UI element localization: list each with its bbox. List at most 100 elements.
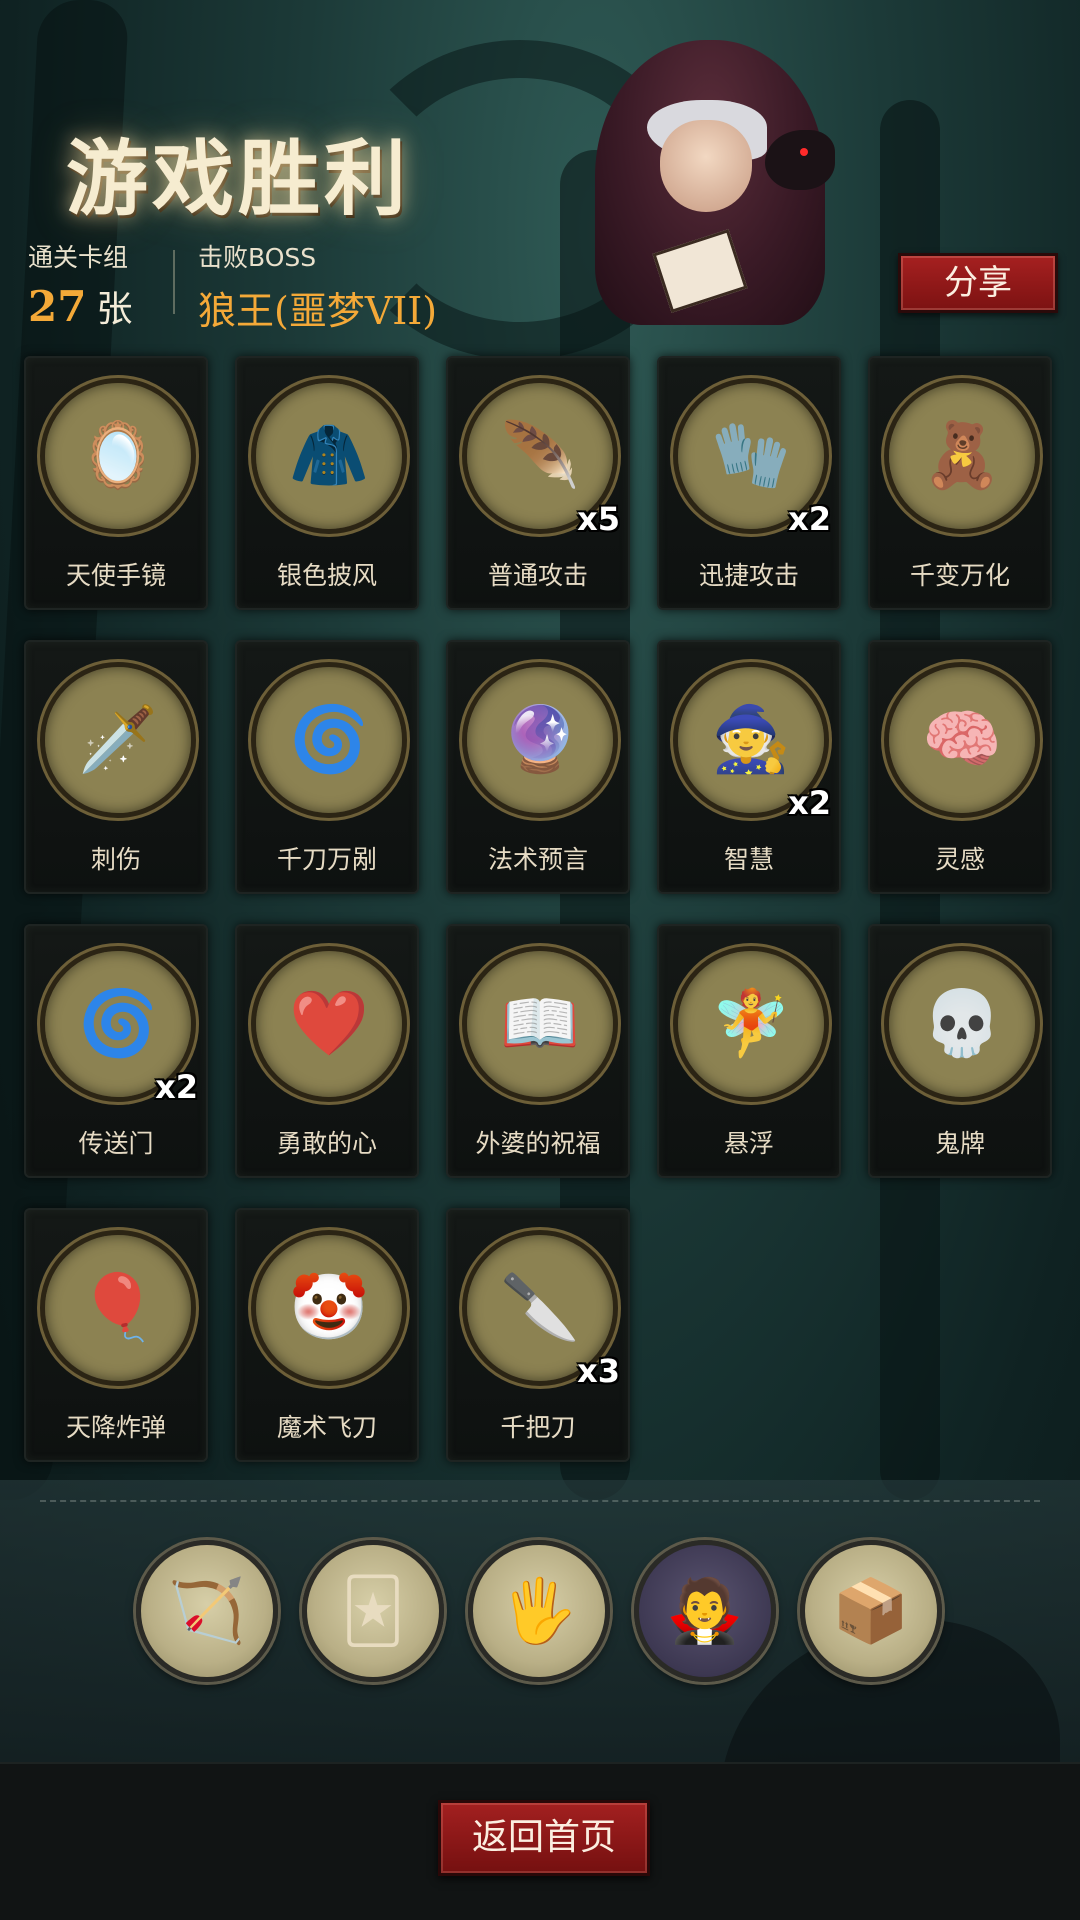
cards-cleared-stat: 通关卡组 27 张 [28,238,132,332]
hero-portrait [565,30,855,325]
card-tile[interactable]: 🔮 法术预言 [446,640,630,894]
hand-cards-icon: 🖐️ [500,1574,578,1647]
card-name: 普通攻击 [487,561,588,590]
deck-card-grid: 🪞 天使手镜 🧥 银色披风 🪶 x5 普通攻击 🧤 x2 迅捷攻击 🧸 千变万化 🗡️ 刺伤 🌀 千刀万剐 🔮 法… [24,356,1056,1462]
crow-icon [765,130,835,190]
card-name: 智慧 [723,845,774,874]
card-count-badge: x2 [788,500,831,538]
mystery-box-icon: 📦 [832,1574,910,1647]
card-name: 千刀万剐 [276,845,377,874]
mirror-icon: 🪞 [78,419,158,493]
card-name: 悬浮 [723,1129,774,1158]
card-tile[interactable]: 🧤 x2 迅捷攻击 [657,356,841,610]
card-tile[interactable]: 🗡️ 刺伤 [24,640,208,894]
relic-medallion[interactable]: 🖐️ [468,1540,610,1682]
card-tile[interactable]: 🌀 千刀万剐 [235,640,419,894]
card-name: 传送门 [78,1129,154,1158]
cards-count: 27 [28,282,87,331]
cloak-icon: 🧥 [289,419,369,493]
boss-name: 狼王(噩梦VII) [198,289,438,333]
card-name: 鬼牌 [934,1129,985,1158]
card-name: 勇敢的心 [276,1129,377,1158]
brave-heart-icon: ❤️ [289,987,369,1061]
page-title: 游戏胜利 [66,131,411,227]
card-tile[interactable]: 🧸 千变万化 [868,356,1052,610]
card-count-badge: x5 [577,500,620,538]
card-medallion: 🤡 [251,1230,407,1386]
card-medallion: 💀 [884,946,1040,1102]
victory-header: 游戏胜利 通关卡组 27 张 击败BOSS 狼王(噩梦VII) 分享 [0,0,1080,340]
boss-label: 击败BOSS [198,243,317,272]
relic-medallion[interactable]: 🧛 [634,1540,776,1682]
sage-icon: 🧙 [711,703,791,777]
cards-cleared-label: 通关卡组 [28,243,129,272]
card-medallion: 🧠 [884,662,1040,818]
balloon-bomb-icon: 🎈 [78,1271,158,1345]
card-tile[interactable]: ❤️ 勇敢的心 [235,924,419,1178]
card-name: 刺伤 [90,845,141,874]
dagger-icon: 🗡️ [78,703,158,777]
grandma-book-icon: 📖 [500,987,580,1061]
relic-medallion[interactable]: 🏹 [136,1540,278,1682]
card-tile[interactable]: 🔪 x3 千把刀 [446,1208,630,1462]
share-button[interactable]: 分享 [898,253,1058,313]
card-name: 迅捷攻击 [698,561,799,590]
portal-icon: 🌀 [78,987,158,1061]
card-count-badge: x2 [155,1068,198,1106]
card-name: 天使手镜 [65,561,166,590]
card-name: 法术预言 [487,845,588,874]
card-name: 魔术飞刀 [276,1413,377,1442]
card-tile[interactable]: 🧥 银色披风 [235,356,419,610]
card-name: 灵感 [934,845,985,874]
card-tile[interactable]: 💀 鬼牌 [868,924,1052,1178]
card-tile[interactable]: 🪞 天使手镜 [24,356,208,610]
stat-divider [173,250,175,314]
gauntlet-icon: 🧤 [711,419,791,493]
card-medallion: 🎈 [40,1230,196,1386]
card-tile[interactable]: 🧠 灵感 [868,640,1052,894]
section-divider [40,1500,1040,1502]
card-tile[interactable]: 🧚 悬浮 [657,924,841,1178]
puppets-icon: 🧸 [922,419,1002,493]
card-name: 千变万化 [909,561,1010,590]
card-medallion: 📖 [462,946,618,1102]
return-home-button[interactable]: 返回首页 [438,1800,650,1876]
card-medallion: 🧸 [884,378,1040,534]
card-tile[interactable]: 🪶 x5 普通攻击 [446,356,630,610]
card-name: 银色披风 [276,561,377,590]
knives-icon: 🔪 [500,1271,580,1345]
card-medallion: 🔮 [462,662,618,818]
card-medallion: 🗡️ [40,662,196,818]
levitate-icon: 🧚 [711,987,791,1061]
relic-row: 🏹 🃏 🖐️ 🧛 📦 [136,1540,942,1682]
relic-medallion[interactable]: 🃏 [302,1540,444,1682]
cards-cleared-value: 27 张 [28,280,132,332]
clown-icon: 🤡 [289,1271,369,1345]
card-count-badge: x3 [577,1352,620,1390]
card-name: 外婆的祝福 [475,1129,601,1158]
card-medallion: 🧚 [673,946,829,1102]
blade-storm-icon: 🌀 [289,703,369,777]
crystal-ball-icon: 🔮 [500,703,580,777]
red-card-icon: 🃏 [341,1574,405,1647]
brain-skull-icon: 🧠 [922,703,1002,777]
card-tile[interactable]: 🤡 魔术飞刀 [235,1208,419,1462]
card-count-badge: x2 [788,784,831,822]
cards-unit: 张 [96,289,133,330]
card-medallion: 🌀 [251,662,407,818]
relic-medallion[interactable]: 📦 [800,1540,942,1682]
card-tile[interactable]: 🎈 天降炸弹 [24,1208,208,1462]
crossbow-arm-icon: 🏹 [168,1574,246,1647]
card-name: 天降炸弹 [65,1413,166,1442]
card-medallion: 🧥 [251,378,407,534]
vampire-icon: 🧛 [666,1574,744,1647]
boss-defeated-stat: 击败BOSS 狼王(噩梦VII) [198,238,437,335]
card-name: 千把刀 [500,1413,576,1442]
card-medallion: ❤️ [251,946,407,1102]
feather-slash-icon: 🪶 [500,419,580,493]
card-tile[interactable]: 🧙 x2 智慧 [657,640,841,894]
card-tile[interactable]: 📖 外婆的祝福 [446,924,630,1178]
card-medallion: 🪞 [40,378,196,534]
skull-card-icon: 💀 [922,987,1002,1061]
card-tile[interactable]: 🌀 x2 传送门 [24,924,208,1178]
